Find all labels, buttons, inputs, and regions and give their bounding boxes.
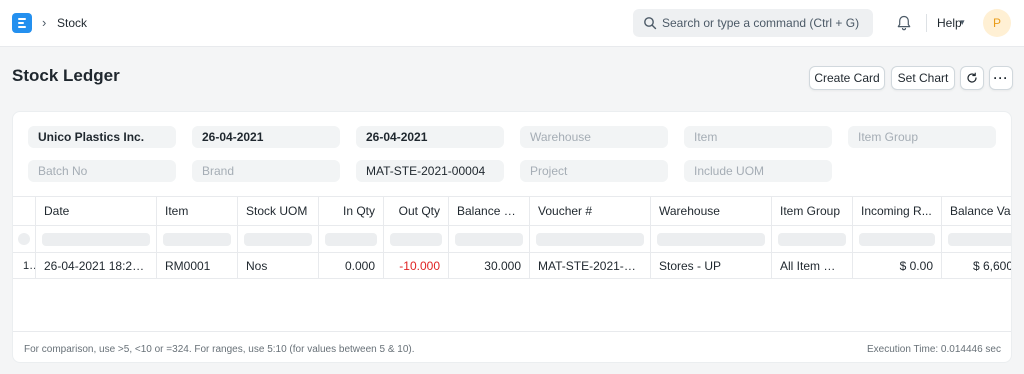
- col-header-balance-value[interactable]: Balance Val...: [941, 197, 1011, 225]
- filter-stock-uom[interactable]: [237, 226, 318, 252]
- item-group-filter[interactable]: Item Group: [848, 126, 996, 148]
- col-header-out-qty[interactable]: Out Qty: [383, 197, 448, 225]
- table-row[interactable]: 1 26-04-2021 18:25:... RM0001 Nos 0.000 …: [13, 252, 1011, 279]
- cell-balance-value[interactable]: $ 6,600: [941, 253, 1011, 278]
- col-header-date[interactable]: Date: [35, 197, 156, 225]
- col-header-balance-qty[interactable]: Balance Qt: [448, 197, 529, 225]
- avatar[interactable]: P: [983, 9, 1011, 37]
- navbar-divider: [926, 14, 927, 32]
- search-input[interactable]: Search or type a command (Ctrl + G): [662, 16, 859, 30]
- cell-item[interactable]: RM0001: [156, 253, 237, 278]
- from-date-filter[interactable]: 26-04-2021: [192, 126, 340, 148]
- cell-out-qty[interactable]: -10.000: [383, 253, 448, 278]
- cell-warehouse[interactable]: Stores - UP: [650, 253, 771, 278]
- bell-icon[interactable]: [896, 14, 912, 32]
- more-actions-button[interactable]: ···: [989, 66, 1013, 90]
- filter-warehouse[interactable]: [650, 226, 771, 252]
- execution-time: Execution Time: 0.014446 sec: [867, 344, 1001, 355]
- help-menu[interactable]: Help: [937, 16, 962, 30]
- cell-voucher[interactable]: MAT-STE-2021-00...: [529, 253, 650, 278]
- filter-out-qty[interactable]: [383, 226, 448, 252]
- col-header-item-group[interactable]: Item Group: [771, 197, 852, 225]
- brand-filter[interactable]: Brand: [192, 160, 340, 182]
- table-header-row: Date Item Stock UOM In Qty Out Qty Balan…: [13, 196, 1011, 225]
- set-chart-button[interactable]: Set Chart: [891, 66, 955, 90]
- col-header-stock-uom[interactable]: Stock UOM: [237, 197, 318, 225]
- app-logo-icon[interactable]: [12, 13, 32, 33]
- col-header-voucher[interactable]: Voucher #: [529, 197, 650, 225]
- company-filter[interactable]: Unico Plastics Inc.: [28, 126, 176, 148]
- search-icon: [644, 17, 657, 30]
- col-header-item[interactable]: Item: [156, 197, 237, 225]
- report-card: Unico Plastics Inc. 26-04-2021 26-04-202…: [12, 111, 1012, 363]
- item-filter[interactable]: Item: [684, 126, 832, 148]
- filter-voucher[interactable]: [529, 226, 650, 252]
- breadcrumb-stock[interactable]: Stock: [57, 16, 87, 30]
- row-index-header: [13, 197, 35, 225]
- include-uom-filter[interactable]: Include UOM: [684, 160, 832, 182]
- navbar: › Stock Search or type a command (Ctrl +…: [0, 0, 1024, 47]
- cell-balance-qty[interactable]: 30.000: [448, 253, 529, 278]
- col-header-in-qty[interactable]: In Qty: [318, 197, 383, 225]
- table-filter-row: [13, 225, 1011, 252]
- col-header-warehouse[interactable]: Warehouse: [650, 197, 771, 225]
- sort-desc-icon[interactable]: [518, 209, 527, 215]
- filter-in-qty[interactable]: [318, 226, 383, 252]
- filter-item-group[interactable]: [771, 226, 852, 252]
- batch-no-filter[interactable]: Batch No: [28, 160, 176, 182]
- cell-item-group[interactable]: All Item Gro...: [771, 253, 852, 278]
- chevron-right-icon: ›: [42, 15, 47, 30]
- to-date-filter[interactable]: 26-04-2021: [356, 126, 504, 148]
- page-title: Stock Ledger: [12, 66, 120, 85]
- col-header-balance-qty-label: Balance Qt: [457, 204, 517, 218]
- cell-incoming-rate[interactable]: $ 0.00: [852, 253, 941, 278]
- filter-row-index: [13, 226, 35, 252]
- filter-incoming-rate[interactable]: [852, 226, 941, 252]
- cell-date[interactable]: 26-04-2021 18:25:...: [35, 253, 156, 278]
- cell-in-qty[interactable]: 0.000: [318, 253, 383, 278]
- project-filter[interactable]: Project: [520, 160, 668, 182]
- row-index: 1: [23, 260, 30, 272]
- col-header-incoming-rate[interactable]: Incoming R...: [852, 197, 941, 225]
- chevron-down-icon[interactable]: ▾: [960, 17, 965, 28]
- report-footer: For comparison, use >5, <10 or =324. For…: [13, 331, 1011, 362]
- filter-item[interactable]: [156, 226, 237, 252]
- filter-balance-value[interactable]: [941, 226, 1011, 252]
- filter-date[interactable]: [35, 226, 156, 252]
- warehouse-filter[interactable]: Warehouse: [520, 126, 668, 148]
- voucher-no-filter[interactable]: MAT-STE-2021-00004: [356, 160, 504, 182]
- filter-balance-qty[interactable]: [448, 226, 529, 252]
- refresh-button[interactable]: [960, 66, 984, 90]
- search-bar[interactable]: Search or type a command (Ctrl + G): [633, 9, 873, 37]
- filter-hint-text: For comparison, use >5, <10 or =324. For…: [24, 344, 415, 355]
- refresh-icon: [967, 72, 977, 83]
- cell-stock-uom[interactable]: Nos: [237, 253, 318, 278]
- create-card-button[interactable]: Create Card: [809, 66, 885, 90]
